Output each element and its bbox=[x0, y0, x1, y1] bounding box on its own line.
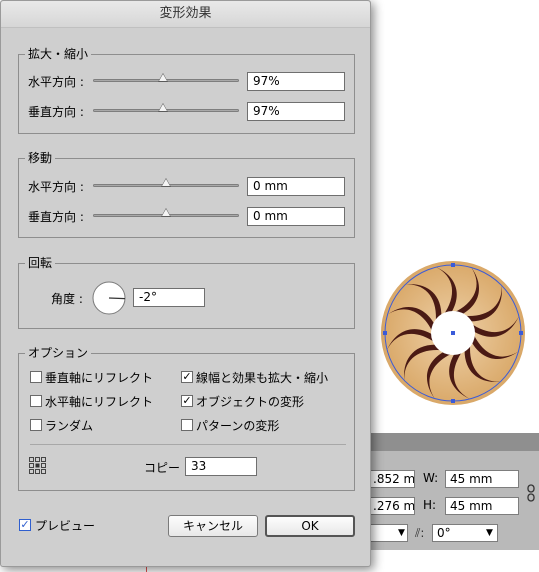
scale-strokes-checkbox[interactable]: ✓ bbox=[181, 371, 193, 383]
scale-vertical-label: 垂直方向 : bbox=[28, 105, 84, 119]
move-vertical-label: 垂直方向 : bbox=[28, 210, 84, 224]
angle-input[interactable]: -2° bbox=[133, 288, 205, 307]
dialog-title[interactable]: 変形効果 bbox=[1, 1, 370, 28]
shear-icon: ⫽: bbox=[415, 526, 425, 540]
move-vertical-input[interactable]: 0 mm bbox=[247, 207, 345, 226]
transform-effect-dialog: 変形効果 拡大・縮小 水平方向 : 97% 垂直方向 : 97% 移動 水平方向… bbox=[0, 0, 371, 567]
rotate-legend: 回転 bbox=[25, 254, 56, 271]
link-icon[interactable] bbox=[526, 484, 536, 502]
ok-button[interactable]: OK bbox=[265, 515, 355, 537]
transform-patterns-checkbox[interactable] bbox=[181, 419, 193, 431]
scale-horizontal-input[interactable]: 97% bbox=[247, 72, 345, 91]
move-horizontal-slider-thumb[interactable] bbox=[161, 178, 171, 187]
transform-panel-header[interactable] bbox=[371, 433, 539, 451]
reflect-horizontal-checkbox[interactable] bbox=[30, 395, 42, 407]
scale-horizontal-slider-thumb[interactable] bbox=[158, 73, 169, 82]
transform-patterns-label: パターンの変形 bbox=[196, 419, 280, 433]
scale-legend: 拡大・縮小 bbox=[25, 45, 92, 62]
scale-group bbox=[18, 54, 355, 134]
transform-objects-label: オブジェクトの変形 bbox=[196, 395, 305, 409]
random-checkbox[interactable] bbox=[30, 419, 42, 431]
chevron-down-icon[interactable]: ▼ bbox=[398, 528, 405, 538]
move-horizontal-label: 水平方向 : bbox=[28, 180, 84, 194]
move-legend: 移動 bbox=[25, 149, 56, 166]
scale-horizontal-label: 水平方向 : bbox=[28, 75, 84, 89]
options-divider bbox=[30, 444, 346, 445]
w-label: W: bbox=[423, 471, 439, 485]
chevron-down-icon[interactable]: ▼ bbox=[486, 528, 493, 538]
copies-label: コピー bbox=[144, 461, 181, 475]
angle-label: 角度 : bbox=[51, 292, 83, 306]
transform-objects-checkbox[interactable]: ✓ bbox=[181, 395, 193, 407]
random-label: ランダム bbox=[45, 419, 94, 433]
y-field[interactable]: .276 m bbox=[368, 497, 415, 515]
reflect-horizontal-label: 水平軸にリフレクト bbox=[45, 395, 154, 409]
move-vertical-slider-thumb[interactable] bbox=[161, 208, 171, 217]
h-label: H: bbox=[423, 498, 437, 512]
reflect-vertical-label: 垂直軸にリフレクト bbox=[45, 371, 154, 385]
move-horizontal-input[interactable]: 0 mm bbox=[247, 177, 345, 196]
options-legend: オプション bbox=[25, 344, 92, 361]
preview-checkbox[interactable]: ✓ bbox=[19, 519, 31, 531]
copies-input[interactable]: 33 bbox=[185, 457, 257, 476]
reference-point-icon[interactable] bbox=[29, 457, 47, 475]
w-field[interactable]: 45 mm bbox=[445, 470, 519, 488]
scale-vertical-input[interactable]: 97% bbox=[247, 102, 345, 121]
scale-vertical-slider-thumb[interactable] bbox=[158, 103, 169, 112]
x-field[interactable]: .852 m bbox=[368, 470, 415, 488]
scale-strokes-label: 線幅と効果も拡大・縮小 bbox=[196, 371, 329, 385]
cancel-button[interactable]: キャンセル bbox=[168, 515, 258, 537]
h-field[interactable]: 45 mm bbox=[445, 497, 519, 515]
swirl-artwork[interactable] bbox=[375, 258, 535, 408]
reflect-vertical-checkbox[interactable] bbox=[30, 371, 42, 383]
preview-label: プレビュー bbox=[35, 519, 96, 533]
move-group bbox=[18, 158, 355, 238]
angle-dial[interactable] bbox=[92, 281, 126, 315]
